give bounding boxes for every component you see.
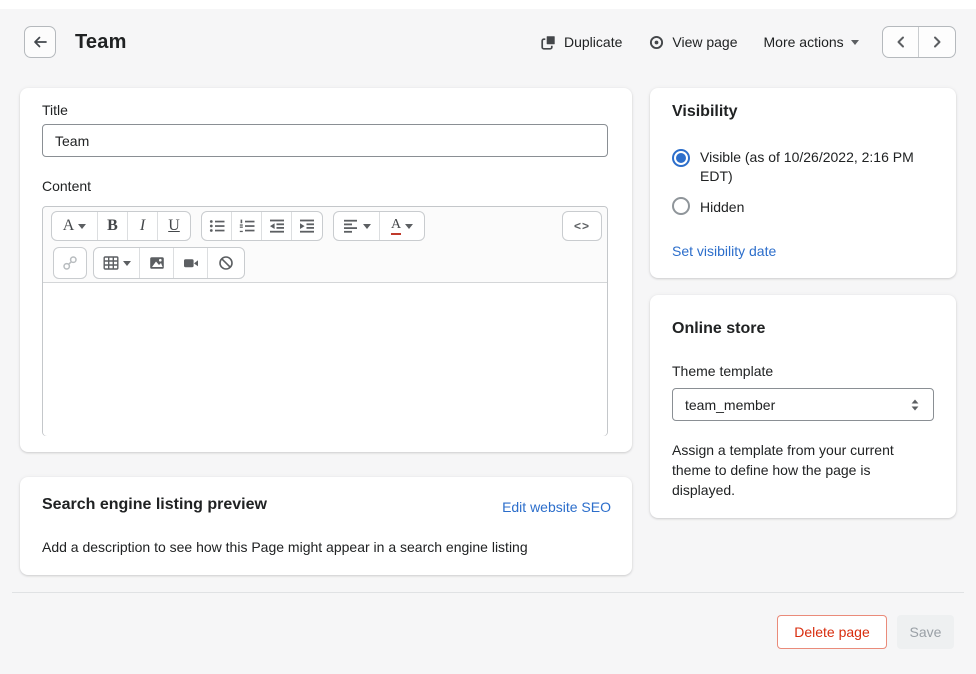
title-input[interactable] <box>42 124 608 157</box>
image-icon <box>149 255 165 271</box>
numbered-list-icon <box>239 218 255 234</box>
chevron-down-icon <box>363 224 371 229</box>
next-page-button[interactable] <box>919 27 955 57</box>
toolbar-row-1: A B I U <box>51 211 425 241</box>
duplicate-icon <box>540 34 557 51</box>
bulleted-list-button[interactable] <box>202 212 232 240</box>
more-actions-button[interactable]: More actions <box>764 34 859 50</box>
text-color-button[interactable]: A <box>380 212 424 240</box>
content-field-label: Content <box>42 178 91 194</box>
edit-website-seo-link[interactable]: Edit website SEO <box>502 499 611 515</box>
seo-card-description: Add a description to see how this Page m… <box>42 539 528 555</box>
bulleted-list-icon <box>209 218 225 234</box>
chevron-left-icon <box>894 35 908 49</box>
outdent-button[interactable] <box>262 212 292 240</box>
save-button[interactable]: Save <box>897 615 954 649</box>
bold-icon: B <box>107 218 118 234</box>
bold-button[interactable]: B <box>98 212 128 240</box>
page-details-card: Title Content A B I <box>20 88 632 452</box>
hidden-radio[interactable] <box>672 197 690 215</box>
chevron-down-icon <box>405 224 413 229</box>
view-page-button[interactable]: View page <box>648 34 737 51</box>
insert-video-button[interactable] <box>174 248 208 278</box>
code-view-group: <> <box>562 211 602 241</box>
header-actions: Duplicate View page More actions <box>540 26 859 58</box>
back-arrow-icon <box>31 33 49 51</box>
top-strip <box>0 0 976 9</box>
editor-toolbar: A B I U <box>43 207 607 283</box>
view-page-label: View page <box>672 34 737 50</box>
alignment-button[interactable] <box>334 212 380 240</box>
insert-link-button[interactable] <box>54 248 86 278</box>
seo-preview-card: Search engine listing preview Edit websi… <box>20 477 632 575</box>
align-color-group: A <box>333 211 425 241</box>
rich-text-editor: A B I U <box>42 206 608 436</box>
set-visibility-date-link[interactable]: Set visibility date <box>672 243 776 259</box>
theme-template-select[interactable]: team_member <box>672 388 934 421</box>
table-icon <box>103 255 119 271</box>
title-field-label: Title <box>42 102 68 118</box>
page-editor-screen: Team Duplicate View page More actions <box>0 0 976 674</box>
indent-icon <box>299 218 315 234</box>
italic-button[interactable]: I <box>128 212 158 240</box>
select-updown-icon <box>909 398 921 412</box>
more-actions-label: More actions <box>764 34 844 50</box>
delete-page-button[interactable]: Delete page <box>777 615 887 649</box>
footer-divider <box>12 592 964 593</box>
pagination-group <box>882 26 956 58</box>
theme-template-help-text: Assign a template from your current them… <box>672 440 924 500</box>
chevron-down-icon <box>78 224 86 229</box>
indent-button[interactable] <box>292 212 322 240</box>
clear-formatting-icon <box>218 255 234 271</box>
page-title: Team <box>75 31 127 54</box>
insert-media-group <box>93 247 245 279</box>
text-format-group: A B I U <box>51 211 191 241</box>
insert-table-button[interactable] <box>94 248 140 278</box>
chevron-down-icon <box>851 40 859 45</box>
eye-icon <box>648 34 665 51</box>
back-button[interactable] <box>24 26 56 58</box>
code-view-button[interactable]: <> <box>563 212 601 240</box>
online-store-card: Online store Theme template team_member … <box>650 295 956 518</box>
text-style-button[interactable]: A <box>52 212 98 240</box>
toolbar-row-2 <box>53 247 245 279</box>
previous-page-button[interactable] <box>883 27 919 57</box>
list-indent-group <box>201 211 323 241</box>
numbered-list-button[interactable] <box>232 212 262 240</box>
theme-template-value: team_member <box>685 397 775 413</box>
italic-icon: I <box>140 218 145 234</box>
clear-formatting-button[interactable] <box>208 248 244 278</box>
visible-radio-label[interactable]: Visible (as of 10/26/2022, 2:16 PM EDT) <box>700 148 940 186</box>
online-store-card-title: Online store <box>672 320 765 338</box>
code-icon: <> <box>574 219 590 233</box>
chevron-down-icon <box>123 261 131 266</box>
underline-button[interactable]: U <box>158 212 190 240</box>
insert-image-button[interactable] <box>140 248 174 278</box>
link-group <box>53 247 87 279</box>
text-style-icon: A <box>63 218 75 234</box>
visibility-card: Visibility Visible (as of 10/26/2022, 2:… <box>650 88 956 278</box>
link-icon <box>62 255 78 271</box>
editor-content-area[interactable] <box>43 283 607 436</box>
visibility-card-title: Visibility <box>672 103 738 121</box>
seo-card-title: Search engine listing preview <box>42 496 267 514</box>
duplicate-button[interactable]: Duplicate <box>540 34 622 51</box>
text-color-icon: A <box>391 218 401 235</box>
theme-template-label: Theme template <box>672 363 773 379</box>
video-camera-icon <box>183 255 199 271</box>
chevron-right-icon <box>930 35 944 49</box>
duplicate-label: Duplicate <box>564 34 622 50</box>
hidden-radio-label[interactable]: Hidden <box>700 198 744 217</box>
align-left-icon <box>343 218 359 234</box>
underline-icon: U <box>168 218 180 234</box>
visible-radio[interactable] <box>672 149 690 167</box>
outdent-icon <box>269 218 285 234</box>
